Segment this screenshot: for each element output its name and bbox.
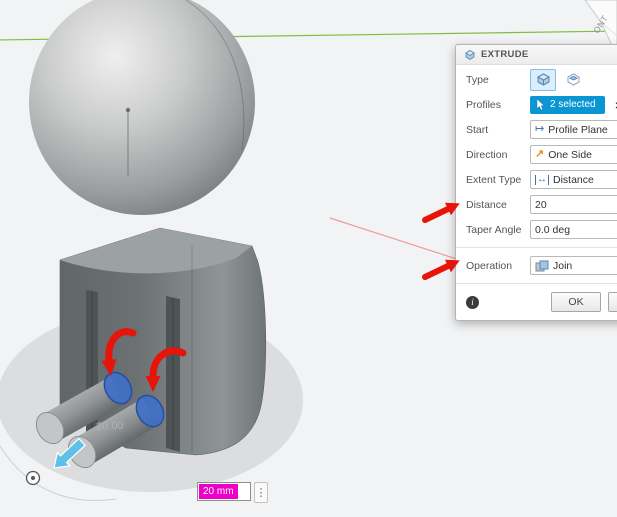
dimension-input[interactable]: 20 mm xyxy=(197,482,251,501)
sphere-body[interactable] xyxy=(29,0,255,215)
dimension-input-value: 20 mm xyxy=(199,484,238,499)
dimension-input-group: 20 mm ⋮ xyxy=(197,482,268,503)
divider xyxy=(456,283,617,284)
start-select[interactable]: ↦ Profile Plane ▾ xyxy=(530,120,617,139)
join-operation-icon xyxy=(535,260,549,271)
taper-angle-input[interactable] xyxy=(530,220,617,239)
type-label: Type xyxy=(466,73,489,86)
construction-point xyxy=(125,107,131,113)
row-distance: Distance xyxy=(456,192,617,217)
operation-value: Join xyxy=(553,259,573,272)
direction-value: One Side xyxy=(548,148,592,161)
info-letter: i xyxy=(471,297,474,307)
distance-extent-icon: ↔ xyxy=(535,173,549,185)
row-direction: Direction ↗ One Side ▾ xyxy=(456,142,617,167)
profile-plane-icon: ↦ xyxy=(535,123,545,135)
profiles-count: 2 selected xyxy=(550,99,596,110)
dimension-readout: 20.00 xyxy=(96,420,124,433)
extent-type-value: Distance xyxy=(553,173,594,186)
one-side-icon: ↗ xyxy=(535,148,545,160)
extrude-thin-icon xyxy=(567,73,579,86)
divider xyxy=(456,247,617,248)
cursor-icon xyxy=(536,98,545,110)
grip-icon: ⋮ xyxy=(255,487,267,499)
row-start: Start ↦ Profile Plane ▾ xyxy=(456,117,617,142)
fusion-canvas: 20.00 ONT EXTRUDE Type Profiles 2 select… xyxy=(0,0,617,517)
operation-select[interactable]: Join ▾ xyxy=(530,256,617,275)
extent-type-label: Extent Type xyxy=(466,173,522,186)
dialog-body: Type Profiles 2 selected Start ↦ Profile… xyxy=(456,65,617,320)
type-solid-button[interactable] xyxy=(530,68,556,91)
start-value: Profile Plane xyxy=(548,123,608,136)
direction-label: Direction xyxy=(466,148,508,161)
extrude-dialog: EXTRUDE Type Profiles 2 selected Start ↦… xyxy=(455,44,617,321)
start-label: Start xyxy=(466,123,489,136)
profiles-label: Profiles xyxy=(466,98,502,111)
distance-input[interactable] xyxy=(530,195,617,214)
dialog-header[interactable]: EXTRUDE xyxy=(456,45,617,65)
ok-button[interactable]: OK xyxy=(551,292,601,312)
row-taper-angle: Taper Angle xyxy=(456,217,617,242)
distance-label: Distance xyxy=(466,198,507,211)
direction-select[interactable]: ↗ One Side ▾ xyxy=(530,145,617,164)
info-icon[interactable]: i xyxy=(466,295,479,309)
row-operation: Operation Join ▾ xyxy=(456,253,617,278)
extrude-solid-icon xyxy=(536,73,550,86)
taper-angle-label: Taper Angle xyxy=(466,223,522,236)
extent-type-select[interactable]: ↔ Distance ▾ xyxy=(530,170,617,189)
operation-label: Operation xyxy=(466,259,513,272)
cancel-button[interactable]: Cancel xyxy=(608,292,617,312)
origin-point[interactable] xyxy=(25,470,41,486)
row-profiles: Profiles 2 selected × xyxy=(456,92,617,117)
profiles-selected-chip[interactable]: 2 selected xyxy=(530,95,605,114)
dialog-title: EXTRUDE xyxy=(481,49,529,60)
dialog-footer: i OK Cancel xyxy=(456,289,617,320)
extrude-command-icon xyxy=(465,49,475,60)
type-thin-button[interactable] xyxy=(560,69,586,91)
row-extent-type: Extent Type ↔ Distance ▾ xyxy=(456,167,617,192)
row-type: Type xyxy=(456,67,617,92)
drag-grip[interactable]: ⋮ xyxy=(254,482,268,503)
